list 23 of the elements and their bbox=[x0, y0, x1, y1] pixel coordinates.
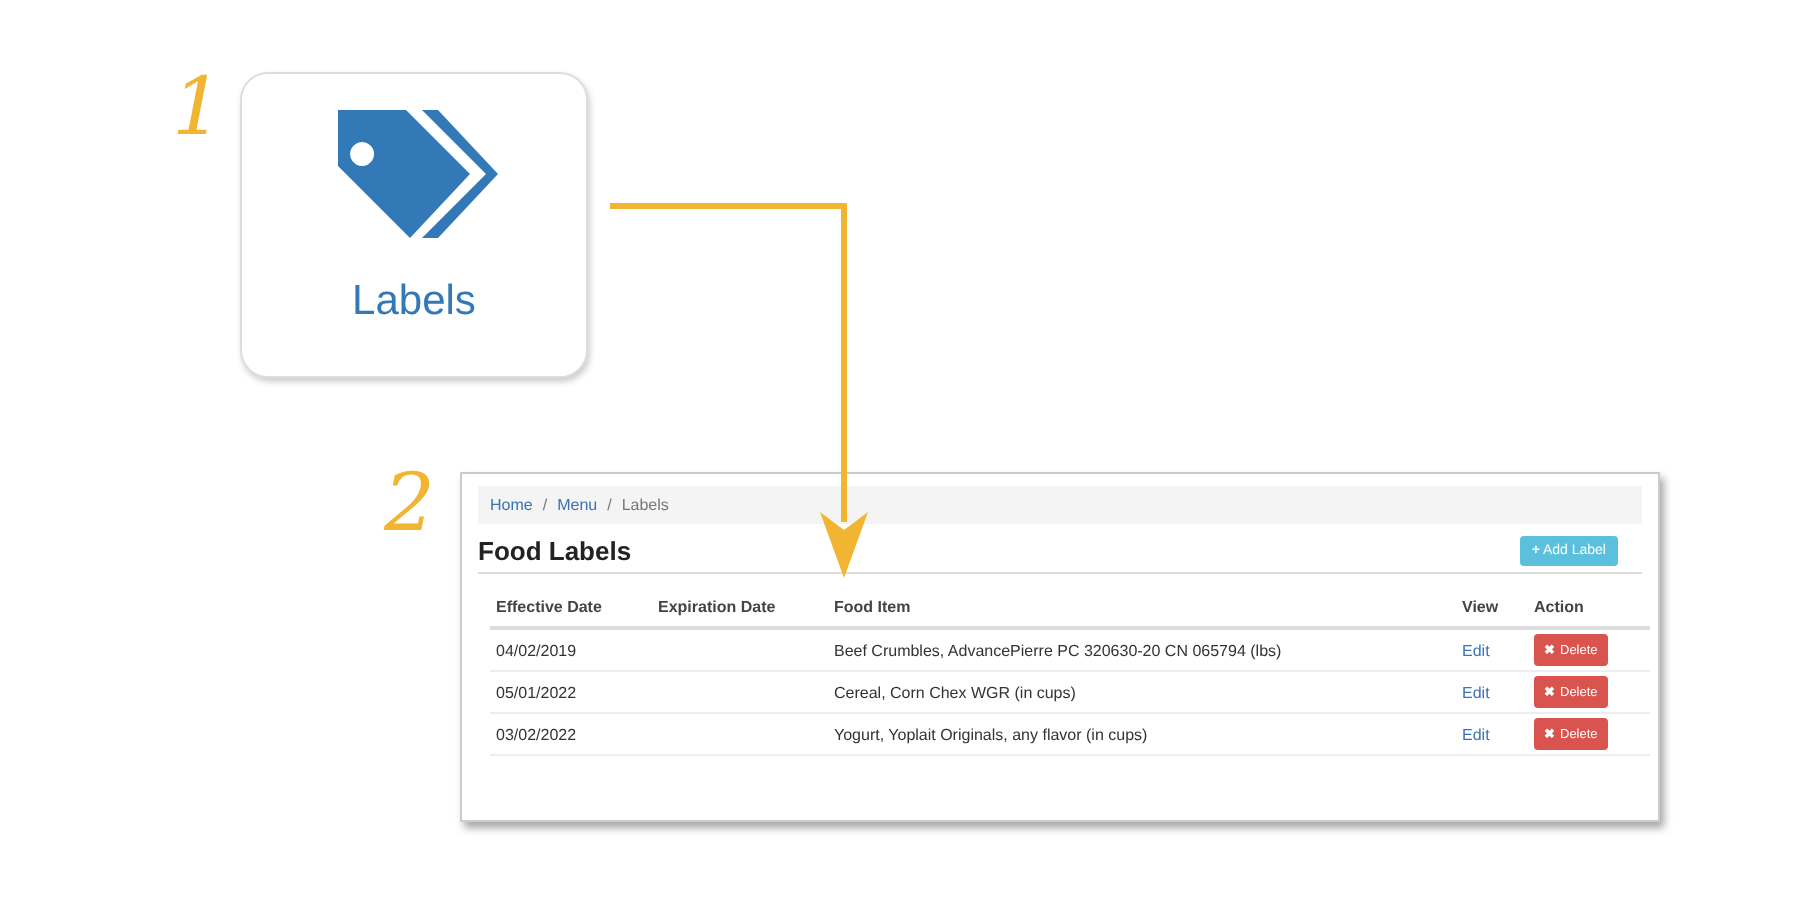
separator: / bbox=[607, 496, 612, 514]
table-cell: 04/02/2019 bbox=[490, 628, 652, 671]
column-header: Action bbox=[1528, 590, 1650, 628]
table-cell: 05/01/2022 bbox=[490, 671, 652, 713]
step-number: 2 bbox=[384, 464, 435, 544]
edit-link[interactable]: Edit bbox=[1462, 683, 1490, 701]
page-title: Food Labels bbox=[478, 536, 632, 566]
column-header: Effective Date bbox=[490, 590, 652, 628]
separator: / bbox=[542, 496, 548, 514]
edit-link[interactable]: Edit bbox=[1462, 725, 1490, 743]
column-header: View bbox=[1456, 590, 1528, 628]
breadcrumb-current: Labels bbox=[621, 496, 669, 514]
breadcrumb-link[interactable]: Home bbox=[490, 496, 533, 514]
table-cell: Beef Crumbles, AdvancePierre PC 320630-20 CN 065794 (lbs) bbox=[828, 628, 1456, 671]
table-cell: Cereal, Corn Chex WGR (in cups) bbox=[828, 671, 1456, 713]
table-cell: Yogurt, Yoplait Originals, any flavor (in cups) bbox=[828, 713, 1456, 755]
step-number: 1 bbox=[172, 68, 223, 148]
labels-tile[interactable]: Labels bbox=[240, 72, 588, 378]
edit-link[interactable]: Edit bbox=[1462, 641, 1490, 659]
column-header: Food Item bbox=[828, 590, 1456, 628]
breadcrumb-link[interactable]: Menu bbox=[557, 496, 598, 514]
table-cell: 03/02/2022 bbox=[490, 713, 652, 755]
column-header: Expiration Date bbox=[652, 590, 828, 628]
